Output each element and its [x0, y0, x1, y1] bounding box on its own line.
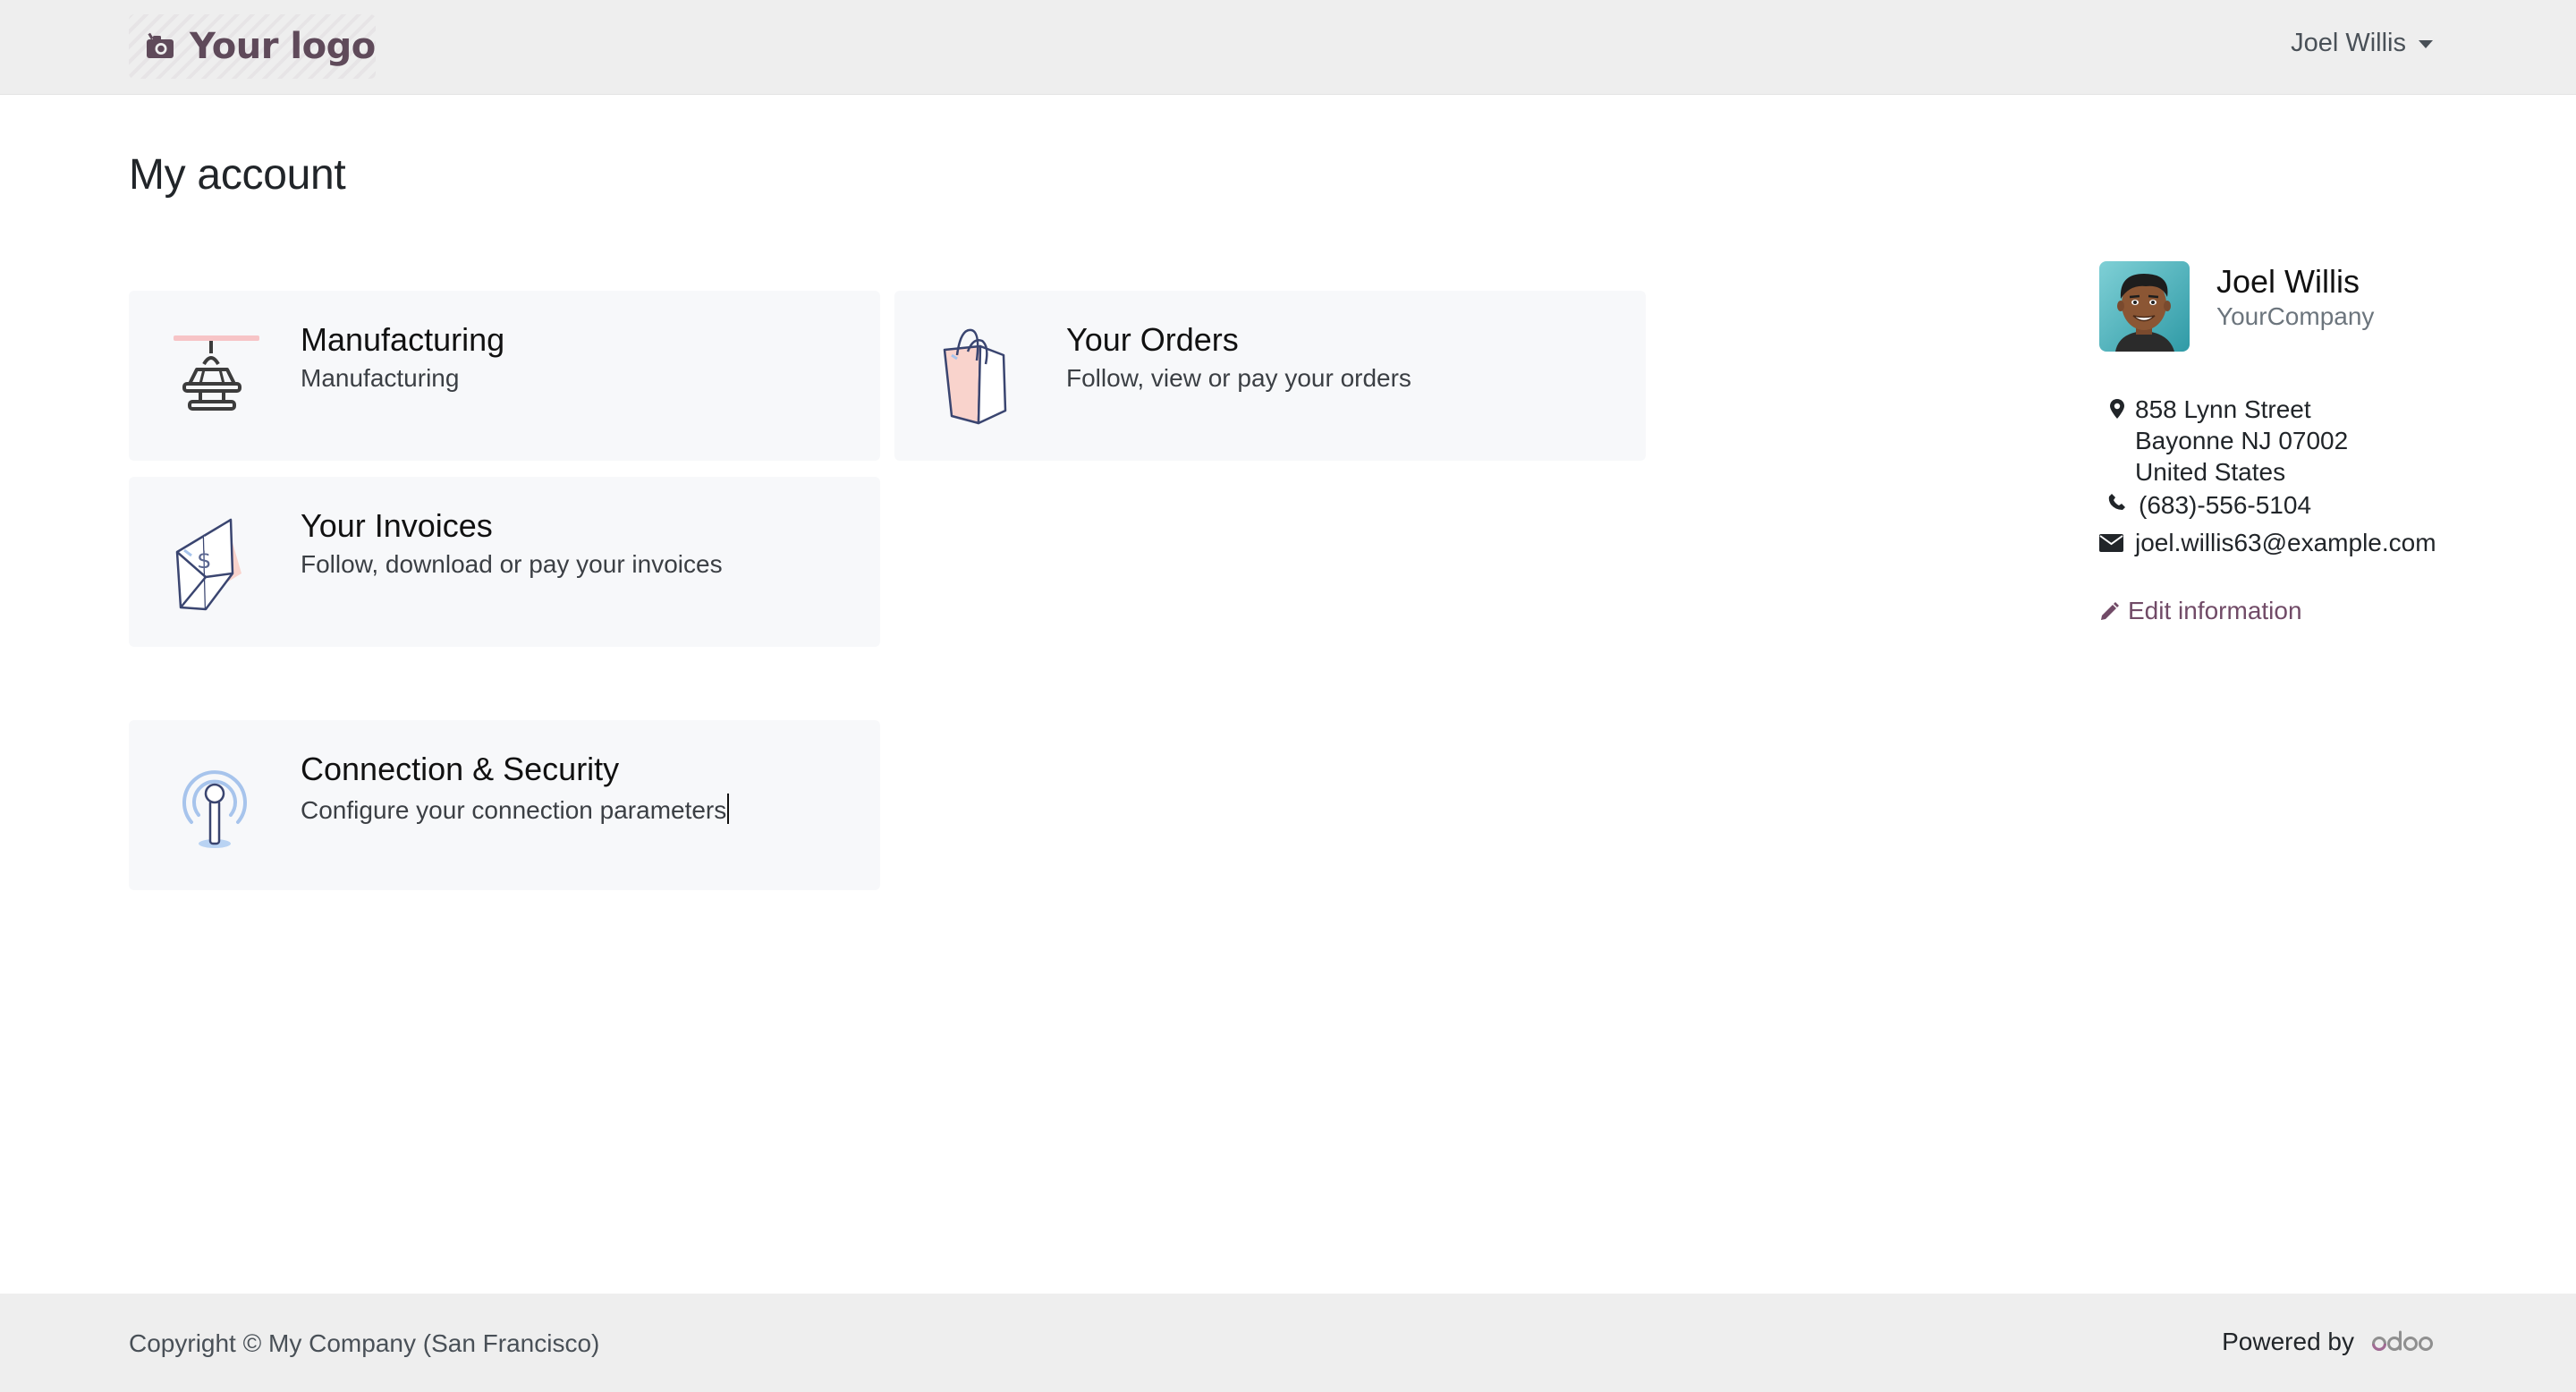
chevron-down-icon	[2419, 40, 2433, 48]
powered-by-label: Powered by	[2222, 1328, 2354, 1355]
address-line: Bayonne NJ 07002	[2135, 427, 2349, 454]
user-menu-name: Joel Willis	[2291, 29, 2406, 57]
envelope-icon	[2099, 527, 2135, 552]
map-marker-icon	[2099, 394, 2135, 419]
card-title: Your Orders	[1066, 321, 1239, 358]
pencil-icon	[2101, 602, 2119, 620]
text-cursor	[727, 794, 730, 824]
copyright-text: Copyright © My Company (San Francisco)	[129, 1329, 600, 1357]
company-logo[interactable]: Your logo	[129, 14, 376, 79]
card-title: Your Invoices	[301, 507, 493, 544]
address-lines: 858 Lynn Street Bayonne NJ 07002 United …	[2135, 394, 2348, 488]
camera-icon	[147, 32, 174, 58]
profile-name: Joel Willis	[2216, 263, 2360, 300]
card-manufacturing[interactable]: Manufacturing Manufacturing	[129, 291, 880, 461]
address-line: 858 Lynn Street	[2135, 395, 2311, 423]
phone-icon	[2099, 489, 2135, 511]
address-block: 858 Lynn Street Bayonne NJ 07002 United …	[2099, 394, 2348, 488]
phone-row: (683)-556-5104	[2099, 489, 2311, 521]
card-title: Manufacturing	[301, 321, 505, 358]
card-connection-security[interactable]: Connection & Security Configure your con…	[129, 720, 880, 890]
logo-text: Your logo	[190, 26, 376, 67]
edit-information-label: Edit information	[2128, 597, 2302, 624]
svg-text:$: $	[197, 547, 212, 574]
footer: Copyright © My Company (San Francisco) P…	[0, 1294, 2576, 1392]
phone-number: (683)-556-5104	[2139, 491, 2312, 519]
card-description: Follow, download or pay your invoices	[301, 550, 723, 578]
antenna-icon	[182, 770, 247, 848]
shopping-bag-icon	[943, 328, 1007, 425]
profile-company: YourCompany	[2216, 302, 2375, 330]
card-title: Connection & Security	[301, 751, 620, 787]
card-description: Configure your connection parameters	[301, 794, 730, 825]
page-title: My account	[129, 151, 346, 199]
card-your-invoices[interactable]: $ Your Invoices Follow, download or pay …	[129, 477, 880, 647]
odoo-logo[interactable]: odoo	[2372, 1328, 2435, 1355]
manufacturing-icon	[174, 335, 259, 411]
avatar-image	[2099, 261, 2190, 352]
powered-by: Powered by odoo	[2222, 1328, 2435, 1356]
address-line: United States	[2135, 458, 2286, 486]
edit-information-link[interactable]: Edit information	[2099, 597, 2302, 625]
email-row: joel.willis63@example.com	[2099, 527, 2436, 558]
avatar	[2099, 261, 2190, 352]
card-description: Manufacturing	[301, 364, 460, 392]
email-address: joel.willis63@example.com	[2135, 529, 2436, 556]
top-navbar: Your logo Joel Willis	[0, 0, 2576, 95]
invoice-envelope-icon: $	[175, 518, 242, 611]
user-menu-dropdown[interactable]: Joel Willis	[2291, 29, 2433, 58]
card-your-orders[interactable]: Your Orders Follow, view or pay your ord…	[894, 291, 1646, 461]
card-description-text: Configure your connection parameters	[301, 796, 727, 824]
card-description: Follow, view or pay your orders	[1066, 364, 1411, 392]
